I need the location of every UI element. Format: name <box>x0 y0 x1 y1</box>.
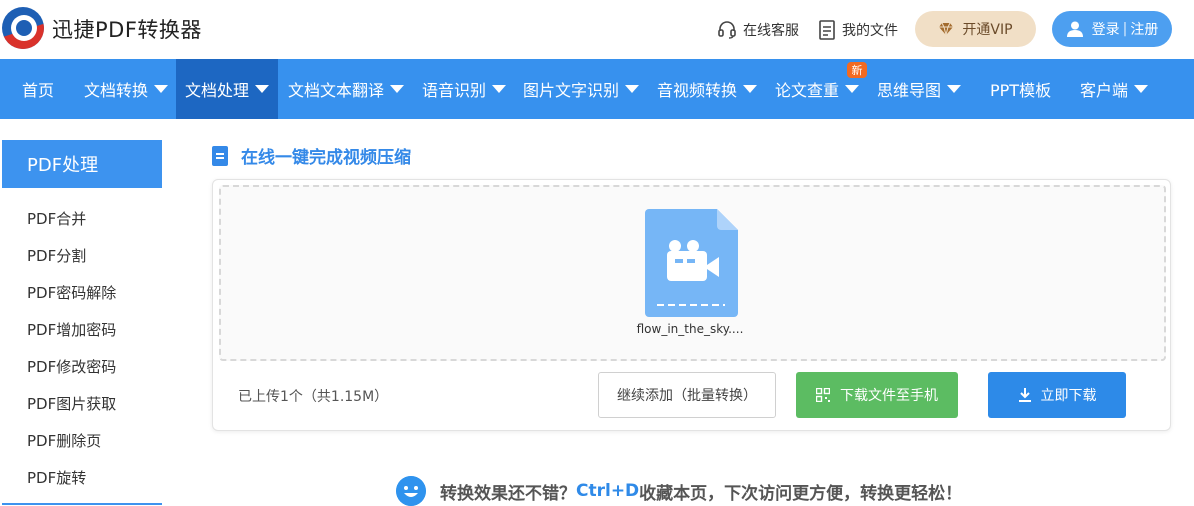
nav-item-label: 语音识别 <box>422 81 487 100</box>
caret-down-icon <box>625 85 640 93</box>
new-badge: 新 <box>847 62 867 78</box>
login-link[interactable]: 登录 <box>1092 19 1120 39</box>
nav-item-label: 图片文字识别 <box>523 81 620 100</box>
upload-count-text: 已上传1个（共1.15M） <box>238 389 389 405</box>
sidebar-item-pdf-merge[interactable]: PDF合并 <box>27 208 86 229</box>
nav-item-label: 思维导图 <box>877 81 942 100</box>
nav-item-label: PPT模板 <box>990 81 1052 100</box>
sidebar-item-pdf-split[interactable]: PDF分割 <box>27 245 86 266</box>
nav-item-translate[interactable]: 文档文本翻译 <box>288 59 405 119</box>
caret-down-icon <box>154 85 169 93</box>
add-more-files-button[interactable]: 继续添加（批量转换） <box>598 372 776 418</box>
nav-item-home[interactable]: 首页 <box>22 59 54 119</box>
nav-item-speech[interactable]: 语音识别 <box>422 59 507 119</box>
sidebar-item-pdf-rotate[interactable]: PDF旋转 <box>27 467 86 488</box>
caret-down-icon <box>1134 85 1149 93</box>
bookmark-tip: 转换效果还不错？ Ctrl+D 收藏本页，下次访问更方便，转换更轻松！ <box>396 476 962 506</box>
download-icon <box>1018 388 1031 402</box>
document-list-icon <box>819 20 835 40</box>
caret-down-icon <box>947 85 962 93</box>
caret-down-icon <box>255 85 269 93</box>
user-icon <box>1066 21 1083 37</box>
customer-service-link[interactable]: 在线客服 <box>717 20 799 40</box>
nav-item-label: 首页 <box>22 81 55 100</box>
caret-down-icon <box>390 85 405 93</box>
open-vip-button[interactable]: 开通VIP <box>915 11 1036 47</box>
video-file-icon[interactable] <box>645 209 738 317</box>
top-header: 迅捷PDF转换器 在线客服 我的文件 开通VIP 登录 | 注册 <box>0 0 1194 59</box>
smiley-icon <box>396 476 426 506</box>
nav-item-label: 文档转换 <box>84 81 149 100</box>
vip-label: 开通VIP <box>962 22 1013 38</box>
nav-item-label: 文档处理 <box>185 81 250 100</box>
tip-prefix: 转换效果还不错？ <box>440 483 576 504</box>
nav-item-label: 论文查重 <box>775 81 840 100</box>
caret-down-icon <box>845 85 860 93</box>
nav-item-mindmap[interactable]: 思维导图 <box>877 59 962 119</box>
main-nav-bar: 首页 文档转换 文档处理 文档文本翻译 语音识别 图片文字识别 音视频转换 论文… <box>0 59 1194 119</box>
download-now-label: 立即下载 <box>1040 388 1097 404</box>
section-title-text: 在线一键完成视频压缩 <box>241 148 411 168</box>
section-title: 在线一键完成视频压缩 <box>212 143 411 168</box>
qr-code-icon <box>816 388 830 402</box>
nav-item-av-convert[interactable]: 音视频转换 <box>657 59 758 119</box>
sidebar-item-pdf-delete-page[interactable]: PDF删除页 <box>27 430 101 451</box>
sidebar-item-pdf-change-password[interactable]: PDF修改密码 <box>27 356 116 377</box>
diamond-icon <box>939 22 954 36</box>
sidebar-item-pdf-unlock[interactable]: PDF密码解除 <box>27 282 116 303</box>
nav-item-doc-process[interactable]: 文档处理 <box>176 59 278 119</box>
nav-item-label: 音视频转换 <box>657 81 738 100</box>
nav-item-client[interactable]: 客户端 <box>1080 59 1149 119</box>
download-to-phone-label: 下载文件至手机 <box>840 388 938 404</box>
add-more-label: 继续添加（批量转换） <box>617 388 757 404</box>
nav-item-ppt[interactable]: PPT模板 <box>990 59 1051 119</box>
nav-item-label: 客户端 <box>1080 81 1129 100</box>
tip-shortcut: Ctrl+D <box>576 481 640 501</box>
download-now-button[interactable]: 立即下载 <box>988 372 1126 418</box>
brand-logo-icon[interactable] <box>2 7 44 49</box>
uploaded-file-name: flow_in_the_sky.... <box>636 322 744 336</box>
login-register-button[interactable]: 登录 | 注册 <box>1052 11 1172 47</box>
register-link[interactable]: 注册 <box>1130 19 1158 39</box>
my-files-label: 我的文件 <box>842 23 898 39</box>
customer-service-label: 在线客服 <box>743 23 799 39</box>
sidebar-title: PDF处理 <box>2 140 162 188</box>
my-files-link[interactable]: 我的文件 <box>818 20 898 40</box>
document-icon <box>212 145 228 166</box>
tip-suffix: 收藏本页，下次访问更方便，转换更轻松！ <box>639 483 963 504</box>
headset-icon <box>718 21 736 39</box>
download-to-phone-button[interactable]: 下载文件至手机 <box>796 372 958 418</box>
nav-item-label: 文档文本翻译 <box>288 81 385 100</box>
nav-item-ocr[interactable]: 图片文字识别 <box>523 59 640 119</box>
caret-down-icon <box>492 85 507 93</box>
caret-down-icon <box>743 85 758 93</box>
sidebar-item-pdf-add-password[interactable]: PDF增加密码 <box>27 319 116 340</box>
sidebar-divider <box>2 503 162 505</box>
sidebar-item-pdf-image-extract[interactable]: PDF图片获取 <box>27 393 116 414</box>
brand-name[interactable]: 迅捷PDF转换器 <box>52 14 202 44</box>
login-divider: | <box>1122 21 1128 37</box>
nav-item-doc-convert[interactable]: 文档转换 <box>84 59 169 119</box>
